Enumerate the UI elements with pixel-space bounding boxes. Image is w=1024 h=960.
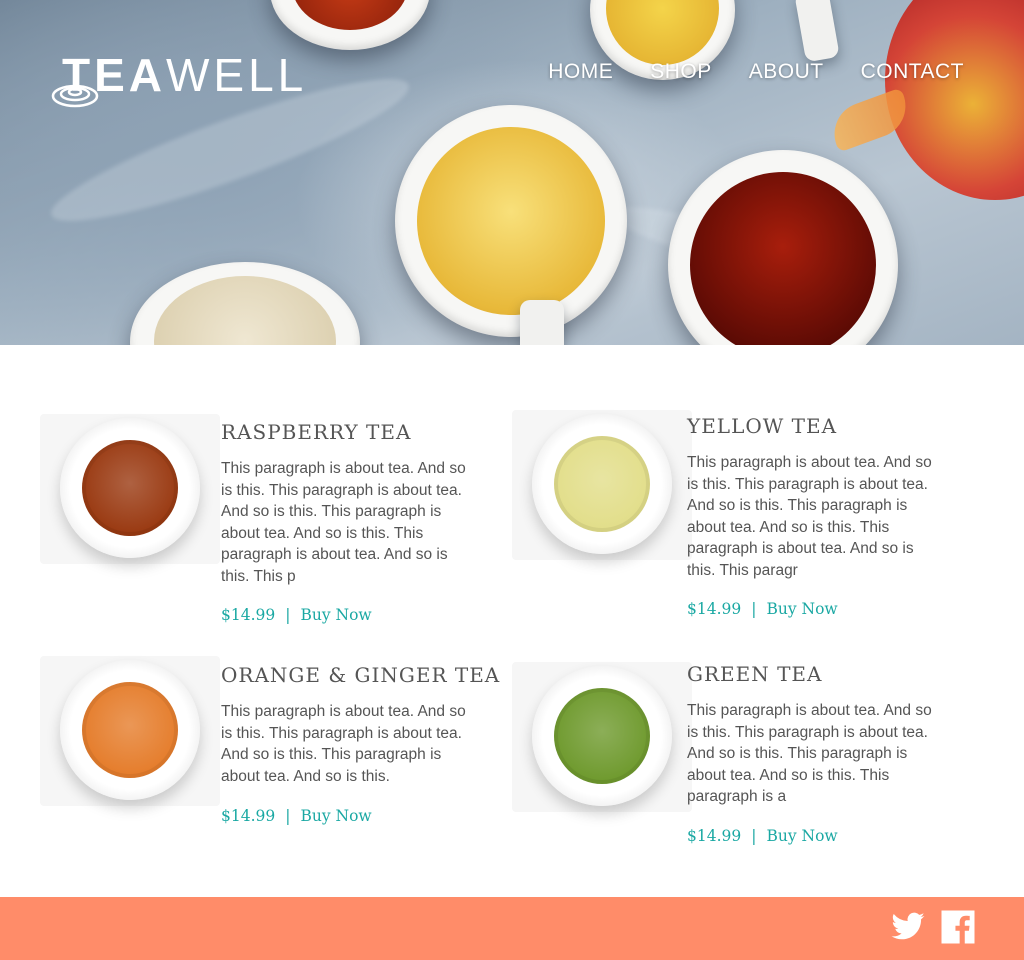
- twitter-icon[interactable]: [890, 909, 926, 945]
- buy-now-link[interactable]: Buy Now: [300, 606, 371, 624]
- teawell-logo[interactable]: TEAWELL: [50, 52, 310, 110]
- nav-shop[interactable]: SHOP: [650, 60, 712, 84]
- product-title: GREEN TEA: [687, 662, 823, 686]
- product-image[interactable]: [40, 414, 220, 564]
- product-description: This paragraph is about tea. And so is t…: [221, 460, 466, 585]
- separator: |: [751, 600, 757, 618]
- tea-swatch: [554, 436, 650, 532]
- buy-now-link[interactable]: Buy Now: [766, 827, 837, 845]
- product-price: $14.99: [687, 600, 742, 618]
- logo-wordmark: TEAWELL: [62, 52, 307, 98]
- separator: |: [751, 827, 757, 845]
- nav-about[interactable]: ABOUT: [749, 60, 824, 84]
- product-price: $14.99: [221, 807, 276, 825]
- product-image[interactable]: [40, 656, 220, 806]
- product-title: ORANGE & GINGER TEA: [221, 663, 501, 687]
- product-price: $14.99: [687, 827, 742, 845]
- product-price: $14.99: [221, 606, 276, 624]
- nav-home[interactable]: HOME: [548, 60, 613, 84]
- facebook-icon[interactable]: [940, 909, 976, 945]
- separator: |: [285, 606, 291, 624]
- logo-bold-text: TEA: [62, 49, 166, 101]
- footer: [0, 897, 1024, 960]
- price-row: $14.99 | Buy Now: [687, 600, 838, 618]
- tea-swatch: [82, 682, 178, 778]
- hero-banner: TEAWELL HOME SHOP ABOUT CONTACT: [0, 0, 1024, 345]
- separator: |: [285, 807, 291, 825]
- product-image[interactable]: [512, 662, 692, 812]
- product-title: YELLOW TEA: [687, 414, 838, 438]
- buy-now-link[interactable]: Buy Now: [766, 600, 837, 618]
- price-row: $14.99 | Buy Now: [221, 807, 372, 825]
- tea-swatch: [554, 688, 650, 784]
- product-image[interactable]: [512, 410, 692, 560]
- logo-light-text: WELL: [166, 49, 308, 101]
- product-description: This paragraph is about tea. And so is t…: [687, 702, 932, 805]
- product-description: This paragraph is about tea. And so is t…: [221, 703, 466, 785]
- price-row: $14.99 | Buy Now: [687, 827, 838, 845]
- main-nav: HOME SHOP ABOUT CONTACT: [548, 60, 964, 84]
- price-row: $14.99 | Buy Now: [221, 606, 372, 624]
- tea-swatch: [82, 440, 178, 536]
- product-title: RASPBERRY TEA: [221, 420, 412, 444]
- product-description: This paragraph is about tea. And so is t…: [687, 454, 932, 579]
- nav-contact[interactable]: CONTACT: [861, 60, 964, 84]
- buy-now-link[interactable]: Buy Now: [300, 807, 371, 825]
